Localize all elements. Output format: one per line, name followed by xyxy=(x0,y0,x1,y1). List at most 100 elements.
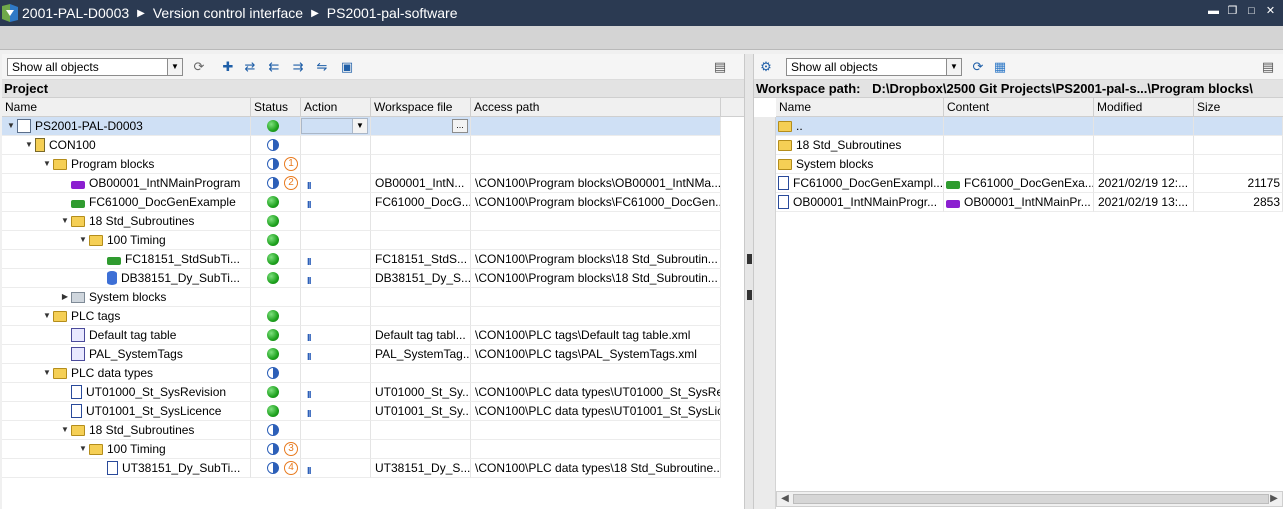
add-to-workspace-icon[interactable]: ✚ xyxy=(220,59,236,75)
file-row[interactable]: OB00001_IntNMainProgr... OB00001_IntNMain… xyxy=(776,193,1283,212)
tree-name-cell[interactable]: UT01001_St_SysLicence xyxy=(2,402,251,421)
tree-name-cell[interactable]: ▼ 100 Timing xyxy=(2,440,251,459)
expand-right-icon[interactable]: ▶ xyxy=(59,291,71,303)
open-in-explorer-icon[interactable]: ▦ xyxy=(992,59,1008,75)
action-dropdown[interactable]: ▼ xyxy=(301,118,368,134)
file-name-cell[interactable]: System blocks xyxy=(776,155,944,174)
tree-name-cell[interactable]: UT38151_Dy_SubTi... xyxy=(2,459,251,478)
workspace-file-cell[interactable]: FC61000_DocG... xyxy=(371,193,471,212)
column-header-modified[interactable]: Modified xyxy=(1094,98,1194,116)
tree-row[interactable]: PAL_SystemTags II PAL_SystemTag... \CON100\… xyxy=(2,345,721,364)
sync-icon[interactable]: ⇄ xyxy=(242,59,258,75)
expand-down-icon[interactable]: ▼ xyxy=(41,310,53,322)
tree-row[interactable]: DB38151_Dy_SubTi... II DB38151_Dy_S... \CON… xyxy=(2,269,721,288)
expand-down-icon[interactable]: ▼ xyxy=(77,443,89,455)
workspace-file-cell[interactable] xyxy=(371,136,471,155)
workspace-file-cell[interactable] xyxy=(371,421,471,440)
tree-row[interactable]: Default tag table II Default tag tabl... \C… xyxy=(2,326,721,345)
restore-icon[interactable]: ❐ xyxy=(1226,5,1239,18)
close-icon[interactable]: ✕ xyxy=(1264,5,1277,18)
tree-row[interactable]: ▼ 100 Timing 3 xyxy=(2,440,721,459)
pane-settings-icon[interactable]: ▤ xyxy=(712,59,728,75)
workspace-file-cell[interactable]: ... xyxy=(371,117,471,136)
column-header-workspace-file[interactable]: Workspace file xyxy=(371,98,471,116)
tree-row[interactable]: ▼ PLC tags xyxy=(2,307,721,326)
file-row[interactable]: System blocks xyxy=(776,155,1283,174)
clear-action-icon[interactable]: ⇋ xyxy=(314,59,330,75)
workspace-file-cell[interactable]: UT38151_Dy_S... xyxy=(371,459,471,478)
expand-down-icon[interactable]: ▼ xyxy=(59,424,71,436)
tree-name-cell[interactable]: ▶ System blocks xyxy=(2,288,251,307)
expand-down-icon[interactable]: ▼ xyxy=(59,215,71,227)
action-cell[interactable]: II xyxy=(301,326,371,345)
workspace-file-cell[interactable]: FC18151_StdS... xyxy=(371,250,471,269)
action-cell[interactable]: II xyxy=(301,402,371,421)
workspace-file-cell[interactable]: OB00001_IntN... xyxy=(371,174,471,193)
column-header-name[interactable]: Name xyxy=(776,98,944,116)
file-name-cell[interactable]: .. xyxy=(776,117,944,136)
action-cell[interactable] xyxy=(301,155,371,174)
tree-row[interactable]: ▼ Program blocks 1 xyxy=(2,155,721,174)
export-icon[interactable]: ⇉ xyxy=(290,59,306,75)
expand-down-icon[interactable]: ▼ xyxy=(41,158,53,170)
expand-down-icon[interactable]: ▼ xyxy=(77,234,89,246)
tree-name-cell[interactable]: ▼ PLC data types xyxy=(2,364,251,383)
import-icon[interactable]: ⇇ xyxy=(266,59,282,75)
workspace-file-cell[interactable]: UT01001_St_Sy... xyxy=(371,402,471,421)
tree-row[interactable]: ▼ 18 Std_Subroutines xyxy=(2,421,721,440)
tree-row[interactable]: FC18151_StdSubTi... II FC18151_StdS... \CON… xyxy=(2,250,721,269)
tree-row[interactable]: UT01001_St_SysLicence II UT01001_St_Sy... \… xyxy=(2,402,721,421)
tree-row[interactable]: ▼ 100 Timing xyxy=(2,231,721,250)
tree-row[interactable]: ▼ 18 Std_Subroutines xyxy=(2,212,721,231)
tree-name-cell[interactable]: PAL_SystemTags xyxy=(2,345,251,364)
workspace-file-cell[interactable] xyxy=(371,212,471,231)
scroll-right-icon[interactable]: ▶ xyxy=(1267,492,1281,506)
tree-row[interactable]: UT01000_St_SysRevision II UT01000_St_Sy...… xyxy=(2,383,721,402)
expand-down-icon[interactable]: ▼ xyxy=(41,367,53,379)
tree-name-cell[interactable]: ▼ Program blocks xyxy=(2,155,251,174)
scroll-left-icon[interactable]: ◀ xyxy=(778,492,792,506)
tree-name-cell[interactable]: ▼ 18 Std_Subroutines xyxy=(2,212,251,231)
workspace-file-cell[interactable] xyxy=(371,440,471,459)
tree-name-cell[interactable]: OB00001_IntNMainProgram xyxy=(2,174,251,193)
refresh-icon[interactable]: ⟳ xyxy=(970,59,986,75)
horizontal-scrollbar[interactable]: ◀ ▶ xyxy=(776,491,1283,507)
action-cell[interactable]: ▼ xyxy=(301,117,371,136)
action-cell[interactable]: II xyxy=(301,174,371,193)
file-name-cell[interactable]: OB00001_IntNMainProgr... xyxy=(776,193,944,212)
collapse-left-icon[interactable] xyxy=(747,254,752,264)
action-cell[interactable]: II xyxy=(301,269,371,288)
maximize-icon[interactable]: □ xyxy=(1245,5,1258,18)
tree-name-cell[interactable]: ▼ 100 Timing xyxy=(2,231,251,250)
expand-down-icon[interactable]: ▼ xyxy=(23,139,35,151)
tree-name-cell[interactable]: Default tag table xyxy=(2,326,251,345)
tree-row[interactable]: ▼ CON100 xyxy=(2,136,721,155)
workspace-file-cell[interactable] xyxy=(371,307,471,326)
file-row[interactable]: 18 Std_Subroutines xyxy=(776,136,1283,155)
tree-name-cell[interactable]: DB38151_Dy_SubTi... xyxy=(2,269,251,288)
tree-name-cell[interactable]: ▼ PS2001-PAL-D0003 xyxy=(2,117,251,136)
file-row[interactable]: .. xyxy=(776,117,1283,136)
tree-row[interactable]: ▼ PLC data types xyxy=(2,364,721,383)
tree-name-cell[interactable]: ▼ 18 Std_Subroutines xyxy=(2,421,251,440)
workspace-file-cell[interactable] xyxy=(371,231,471,250)
action-cell[interactable]: II xyxy=(301,250,371,269)
action-cell[interactable] xyxy=(301,136,371,155)
breadcrumb-project[interactable]: 2001-PAL-D0003 xyxy=(22,5,129,21)
column-header-action[interactable]: Action xyxy=(301,98,371,116)
column-header-access-path[interactable]: Access path xyxy=(471,98,721,116)
action-cell[interactable] xyxy=(301,440,371,459)
breadcrumb-version-control[interactable]: Version control interface xyxy=(153,5,303,21)
workspace-file-cell[interactable]: DB38151_Dy_S... xyxy=(371,269,471,288)
pane-splitter[interactable] xyxy=(744,54,754,509)
pane-settings-icon[interactable]: ▤ xyxy=(1260,59,1276,75)
tree-name-cell[interactable]: UT01000_St_SysRevision xyxy=(2,383,251,402)
expand-down-icon[interactable]: ▼ xyxy=(5,120,17,132)
compare-icon[interactable]: ▣ xyxy=(339,59,355,75)
column-header-name[interactable]: Name xyxy=(2,98,251,116)
action-cell[interactable]: II xyxy=(301,459,371,478)
workspace-file-cell[interactable]: PAL_SystemTag... xyxy=(371,345,471,364)
collapse-right-icon[interactable] xyxy=(747,290,752,300)
workspace-file-cell[interactable] xyxy=(371,155,471,174)
breadcrumb-workspace[interactable]: PS2001-pal-software xyxy=(327,5,458,21)
